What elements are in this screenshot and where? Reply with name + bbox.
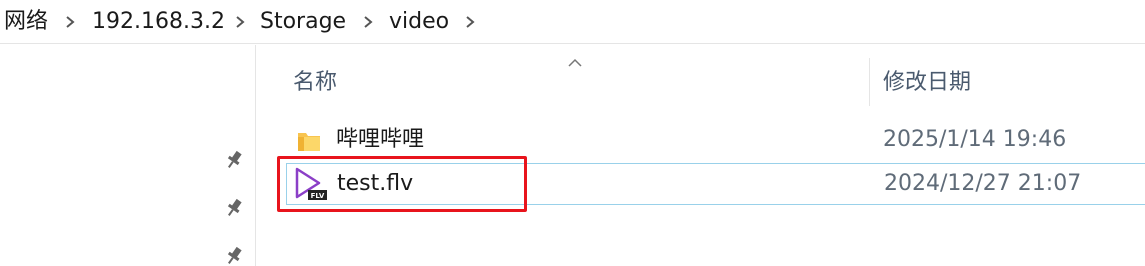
chevron-right-icon[interactable]	[232, 14, 248, 30]
folder-icon	[294, 126, 324, 156]
file-name: test.flv	[337, 171, 414, 196]
address-bar[interactable]: 网络 192.168.3.2 Storage video	[0, 0, 1145, 44]
pin-icon[interactable]	[222, 148, 246, 172]
flv-video-file-icon: FLV	[293, 166, 329, 202]
file-row-flv[interactable]: FLV test.flv 2024/12/27 21:07	[286, 163, 1145, 205]
pin-icon[interactable]	[222, 244, 246, 266]
file-row-folder[interactable]: 哔哩哔哩 2025/1/14 19:46	[286, 120, 1145, 160]
breadcrumb-item-host[interactable]: 192.168.3.2	[92, 6, 225, 38]
file-name: 哔哩哔哩	[336, 127, 425, 152]
column-divider[interactable]	[869, 58, 870, 106]
column-header-name[interactable]: 名称	[293, 62, 337, 104]
file-modified-date: 2024/12/27 21:07	[884, 171, 1082, 196]
breadcrumb-item-storage[interactable]: Storage	[260, 6, 346, 38]
sort-ascending-icon	[567, 53, 583, 67]
breadcrumb-item-network[interactable]: 网络	[4, 6, 48, 38]
chevron-right-icon[interactable]	[462, 14, 478, 30]
navigation-pane[interactable]	[0, 45, 256, 266]
breadcrumb-item-video[interactable]: video	[389, 6, 449, 38]
pin-icon[interactable]	[222, 196, 246, 220]
flv-badge-label: FLV	[311, 192, 325, 200]
chevron-right-icon[interactable]	[360, 14, 376, 30]
chevron-right-icon[interactable]	[62, 14, 78, 30]
file-modified-date: 2025/1/14 19:46	[883, 127, 1067, 152]
column-header-modified[interactable]: 修改日期	[883, 62, 971, 104]
